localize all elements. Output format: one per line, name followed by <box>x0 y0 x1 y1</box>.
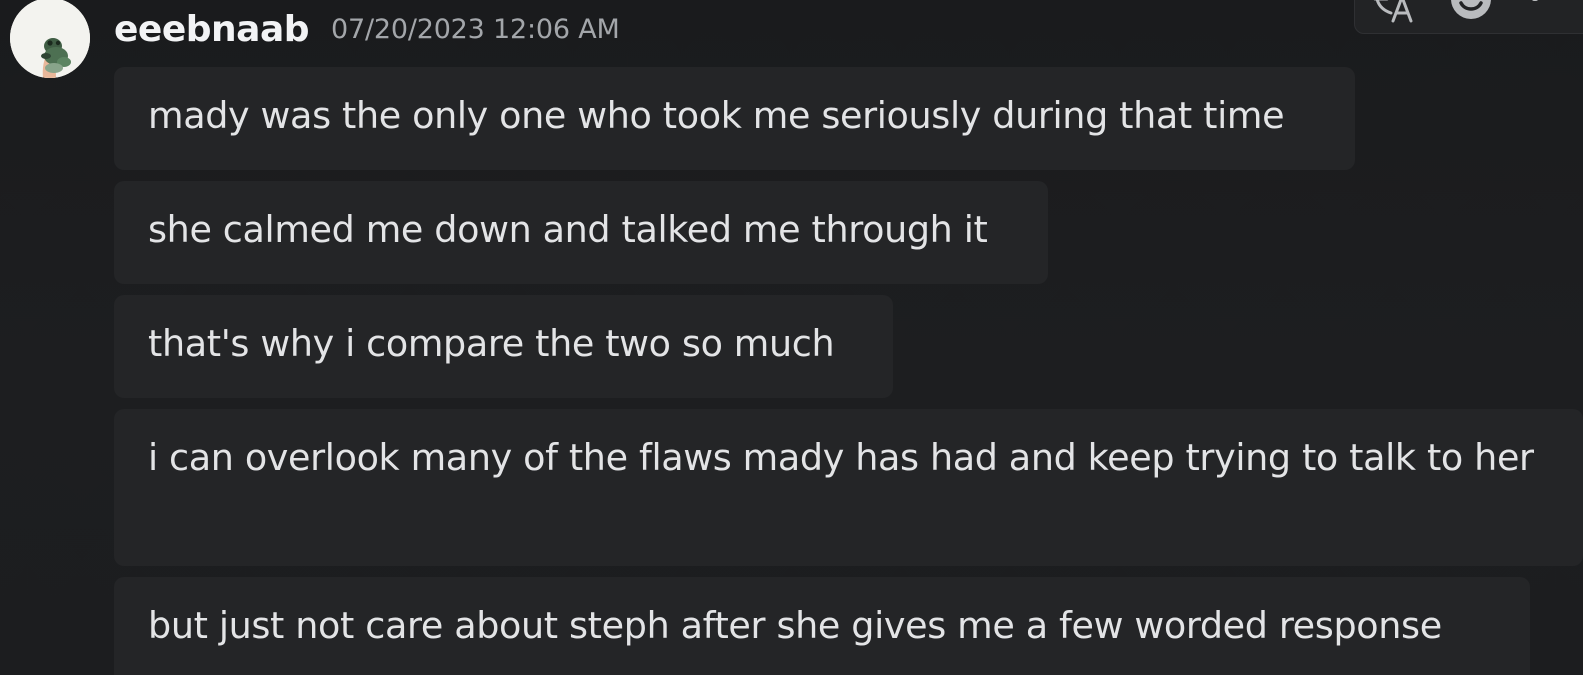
frog-avatar-icon <box>10 0 90 78</box>
translate-icon[interactable] <box>1369 0 1419 36</box>
message-bubble[interactable]: but just not care about steph after she … <box>114 577 1530 675</box>
message-text: i can overlook many of the flaws mady ha… <box>148 436 1534 479</box>
message-bubble[interactable]: mady was the only one who took me seriou… <box>114 67 1355 170</box>
message-text: mady was the only one who took me seriou… <box>148 94 1285 137</box>
more-options-icon[interactable] <box>1521 0 1551 36</box>
message-header: eeebnaab 07/20/2023 12:06 AM <box>114 4 620 54</box>
message-bubble[interactable]: i can overlook many of the flaws mady ha… <box>114 409 1583 566</box>
message-bubble[interactable]: she calmed me down and talked me through… <box>114 181 1048 284</box>
username[interactable]: eeebnaab <box>114 9 310 50</box>
message-hover-toolbar <box>1354 0 1583 34</box>
message-text: that's why i compare the two so much <box>148 322 835 365</box>
emoji-reaction-icon[interactable] <box>1447 0 1495 36</box>
message-text: she calmed me down and talked me through… <box>148 208 988 251</box>
message-bubble[interactable]: that's why i compare the two so much <box>114 295 893 398</box>
avatar[interactable] <box>10 0 90 78</box>
timestamp[interactable]: 07/20/2023 12:06 AM <box>331 14 620 45</box>
message-text: but just not care about steph after she … <box>148 604 1442 647</box>
